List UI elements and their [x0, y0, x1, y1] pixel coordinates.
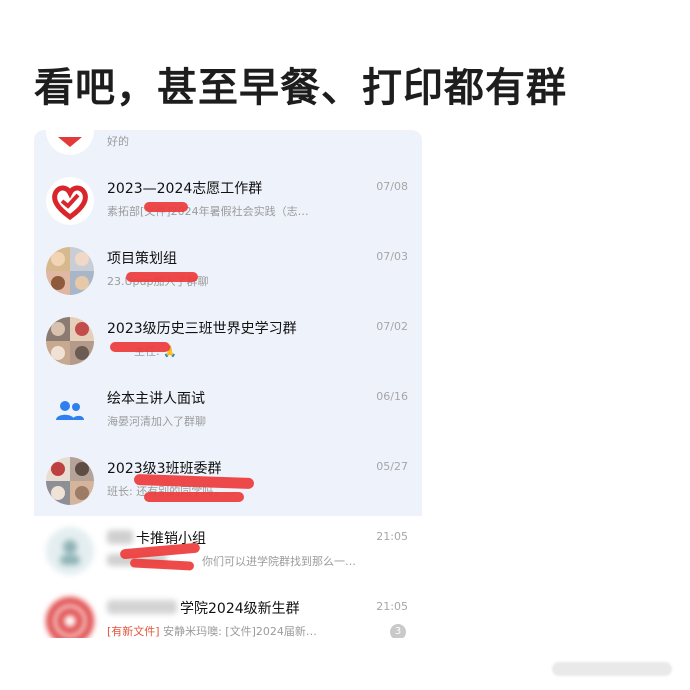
blurred-text	[107, 600, 177, 614]
chat-preview: 海晏河清加入了群聊	[107, 415, 206, 428]
chat-title: 绘本主讲人面试	[107, 391, 205, 407]
chat-time: 07/08	[376, 180, 408, 193]
group-avatar-collage	[46, 457, 94, 505]
chat-preview-text: 安静米玛噢: [文件]2024届新…	[163, 625, 317, 638]
redaction-mark	[144, 202, 188, 212]
chat-row-class-committee[interactable]: 2023级3班班委群 05/27 班长: 还有别的同学吗，…	[34, 446, 422, 516]
chat-row-project[interactable]: 项目策划组 07/03 23.Upup加入了群聊	[34, 236, 422, 306]
chat-row-volunteer[interactable]: 2023—2024志愿工作群 07/08 素拓部[文件]2024年暑假社会实践（…	[34, 166, 422, 236]
chat-row-partial[interactable]: 好的	[34, 130, 422, 166]
group-avatar-collage	[46, 247, 94, 295]
chat-title: 2023级历史三班世界史学习群	[107, 321, 297, 337]
caption-text: 看吧，甚至早餐、打印都有群	[34, 65, 567, 111]
chat-time: 07/03	[376, 250, 408, 263]
chat-preview: [有新文件] 安静米玛噢: [文件]2024届新…	[107, 623, 397, 638]
chat-row-freshmen[interactable]: 学院2024级新生群 21:05 [有新文件] 安静米玛噢: [文件]2024届…	[34, 586, 422, 638]
redaction-mark	[126, 272, 198, 282]
blurred-text	[107, 530, 133, 544]
chat-preview: 好的	[107, 135, 129, 148]
chat-title: 项目策划组	[107, 251, 177, 267]
unread-badge: 3	[390, 624, 406, 638]
chat-row-picturebook[interactable]: 绘本主讲人面试 06/16 海晏河清加入了群聊	[34, 376, 422, 446]
redaction-mark	[110, 342, 170, 352]
chat-preview: 你们可以进学院群找到那么一…	[202, 555, 356, 568]
chat-time: 05/27	[376, 460, 408, 473]
school-logo-icon	[46, 597, 94, 638]
heart-logo-icon	[46, 177, 94, 225]
chat-row-card-sales[interactable]: 卡推销小组 21:05 你们可以进学院群找到那么一…	[34, 516, 422, 586]
chat-time: 21:05	[376, 600, 408, 613]
redaction-mark	[144, 492, 244, 502]
chat-title: 2023—2024志愿工作群	[107, 181, 263, 197]
redaction-mark	[129, 558, 195, 571]
chat-preview: 主任: 🙏	[134, 345, 177, 358]
chat-list: 好的 2023—2024志愿工作群 07/08 素拓部[文件]2024年暑假社会…	[34, 130, 422, 638]
group-avatar	[46, 130, 94, 155]
group-icon	[46, 387, 94, 435]
watermark	[552, 662, 672, 676]
new-file-tag: [有新文件]	[107, 625, 160, 638]
group-avatar	[46, 527, 94, 575]
group-avatar-collage	[46, 317, 94, 365]
chat-time: 21:05	[376, 530, 408, 543]
chat-time: 07/02	[376, 320, 408, 333]
chat-row-history[interactable]: 2023级历史三班世界史学习群 07/02 主任: 🙏	[34, 306, 422, 376]
chat-time: 06/16	[376, 390, 408, 403]
